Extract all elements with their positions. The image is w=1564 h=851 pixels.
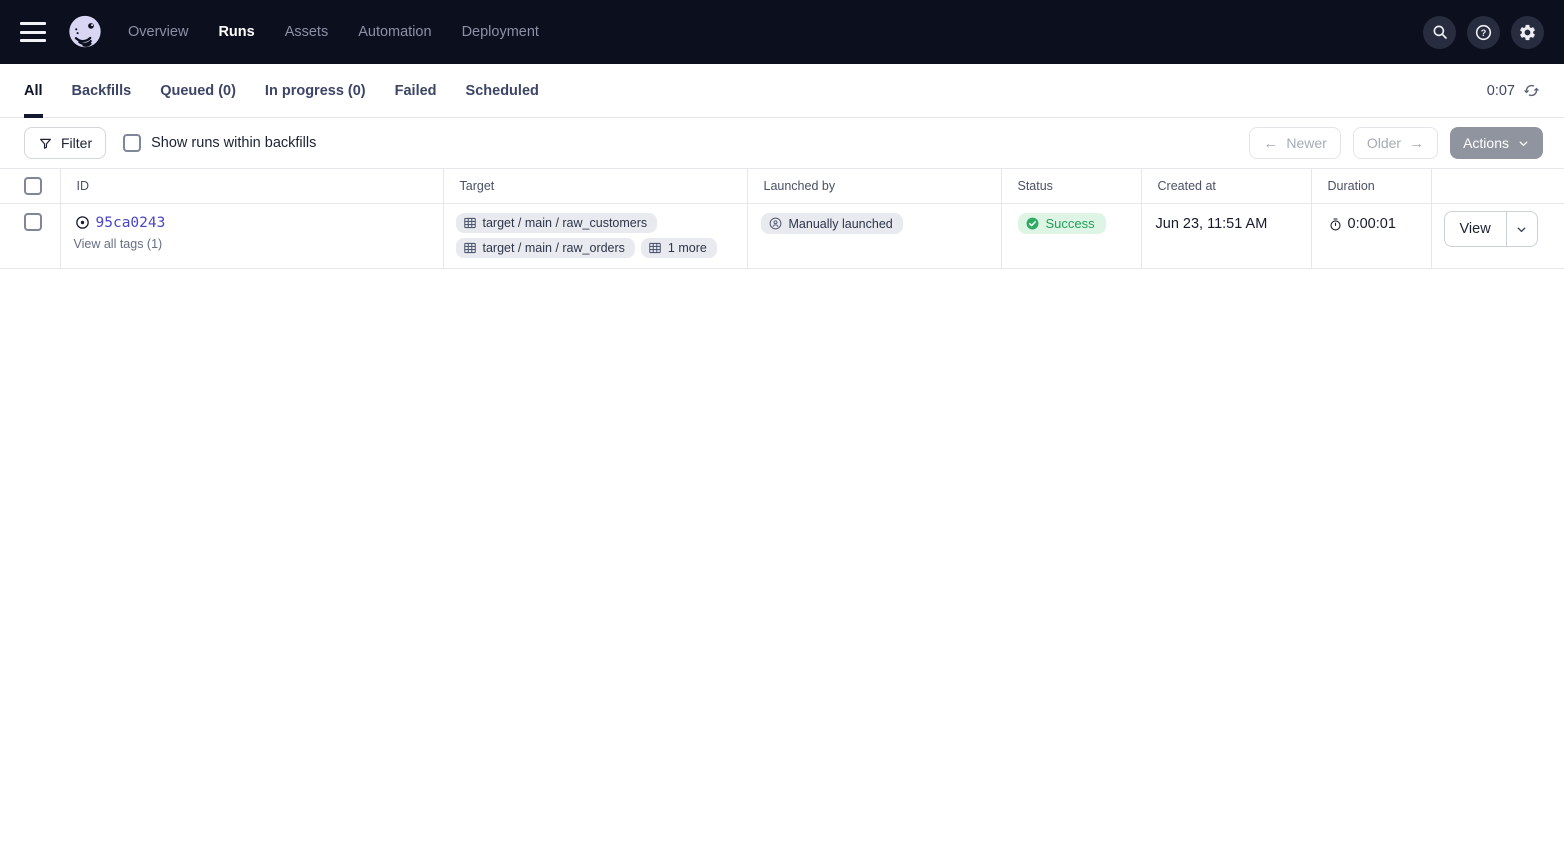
person-icon	[768, 216, 783, 231]
tab-in-progress[interactable]: In progress (0)	[265, 64, 366, 118]
target-tag[interactable]: target / main / raw_customers	[456, 213, 658, 233]
arrow-left-icon: ←	[1263, 136, 1278, 151]
run-target-icon	[74, 214, 91, 231]
help-icon: ?	[1474, 23, 1493, 42]
settings-gear-icon	[1518, 23, 1537, 42]
view-all-tags-link[interactable]: View all tags (1)	[74, 237, 443, 251]
help-button[interactable]: ?	[1467, 16, 1500, 49]
more-targets-tag[interactable]: 1 more	[641, 238, 717, 258]
column-header-id: ID	[60, 169, 443, 204]
dagster-logo[interactable]	[66, 13, 104, 51]
column-header-actions	[1431, 169, 1564, 204]
filter-button[interactable]: Filter	[24, 127, 106, 159]
nav-item-overview[interactable]: Overview	[128, 24, 188, 40]
refresh-icon[interactable]	[1523, 82, 1540, 99]
filter-funnel-icon	[38, 136, 53, 151]
arrow-right-icon: →	[1409, 136, 1424, 151]
table-grid-icon	[463, 216, 477, 230]
tab-backfills[interactable]: Backfills	[72, 64, 132, 118]
row-checkbox[interactable]	[24, 213, 42, 231]
nav-item-deployment[interactable]: Deployment	[462, 24, 539, 40]
search-button[interactable]	[1423, 16, 1456, 49]
select-all-checkbox[interactable]	[24, 177, 42, 195]
duration-value: 0:00:01	[1328, 216, 1431, 232]
svg-text:?: ?	[1481, 27, 1487, 37]
runs-tab-bar: All Backfills Queued (0) In progress (0)…	[0, 64, 1564, 118]
column-header-created-at: Created at	[1141, 169, 1311, 204]
table-grid-icon	[648, 241, 662, 255]
status-badge: Success	[1018, 213, 1106, 234]
newer-button[interactable]: ← Newer	[1249, 127, 1340, 159]
success-check-icon	[1025, 216, 1040, 231]
run-id-link[interactable]: 95ca0243	[96, 215, 166, 231]
table-header-row: ID Target Launched by Status Created at …	[0, 169, 1564, 204]
target-tag[interactable]: target / main / raw_orders	[456, 238, 635, 258]
show-backfills-checkbox[interactable]	[123, 134, 141, 152]
created-at-value: Jun 23, 11:51 AM	[1141, 204, 1311, 269]
primary-nav: Overview Runs Assets Automation Deployme…	[128, 24, 539, 40]
column-header-duration: Duration	[1311, 169, 1431, 204]
show-backfills-label[interactable]: Show runs within backfills	[151, 135, 316, 151]
timer-icon	[1328, 217, 1343, 232]
view-button[interactable]: View	[1445, 212, 1506, 246]
actions-button[interactable]: Actions	[1450, 127, 1543, 159]
row-view-split-button: View	[1444, 211, 1538, 247]
top-nav-actions: ?	[1423, 16, 1544, 49]
column-header-status: Status	[1001, 169, 1141, 204]
chevron-down-icon	[1517, 137, 1530, 150]
column-header-launched-by: Launched by	[747, 169, 1001, 204]
older-button[interactable]: Older →	[1353, 127, 1438, 159]
settings-button[interactable]	[1511, 16, 1544, 49]
refresh-countdown: 0:07	[1487, 83, 1515, 99]
hamburger-menu-icon[interactable]	[20, 22, 48, 42]
runs-toolbar: Filter Show runs within backfills ← Newe…	[0, 118, 1564, 168]
nav-item-automation[interactable]: Automation	[358, 24, 431, 40]
column-header-target: Target	[443, 169, 747, 204]
top-navigation: Overview Runs Assets Automation Deployme…	[0, 0, 1564, 64]
chevron-down-icon	[1515, 223, 1528, 236]
tab-scheduled[interactable]: Scheduled	[466, 64, 539, 118]
tab-all[interactable]: All	[24, 64, 43, 118]
view-dropdown-button[interactable]	[1506, 212, 1537, 246]
table-grid-icon	[463, 241, 477, 255]
tab-failed[interactable]: Failed	[395, 64, 437, 118]
search-icon	[1431, 23, 1449, 41]
launched-by-tag[interactable]: Manually launched	[761, 213, 903, 234]
tab-queued[interactable]: Queued (0)	[160, 64, 236, 118]
runs-table: ID Target Launched by Status Created at …	[0, 168, 1564, 269]
nav-item-assets[interactable]: Assets	[285, 24, 329, 40]
nav-item-runs[interactable]: Runs	[218, 24, 254, 40]
table-row: 95ca0243 View all tags (1) target /	[0, 204, 1564, 269]
